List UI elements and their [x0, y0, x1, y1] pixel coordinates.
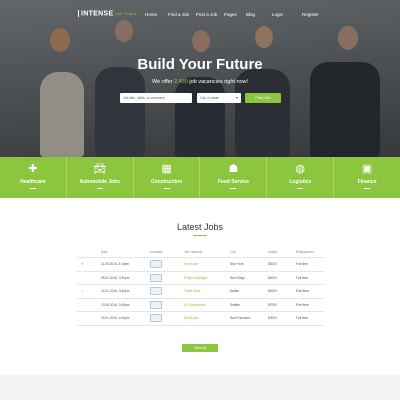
hero-subtitle: We offer 2,489 job vacancies right now! [151, 79, 249, 85]
job-title-link[interactable]: Trade Artist [184, 289, 200, 293]
job-salary: $2000 [268, 289, 277, 293]
company-logo[interactable] [150, 314, 162, 322]
category-finance[interactable]: ▣ Finance [334, 157, 400, 198]
medical-cross-icon: ✚ [28, 163, 38, 175]
job-employment: Full time [296, 275, 309, 280]
latest-jobs-section: Latest Jobs Date Company Job Vacancy Cit… [0, 198, 400, 375]
register-link[interactable]: Register [302, 12, 319, 17]
table-row[interactable]: 13.08.2016, 3:45pm UI Programmer Seattle $7… [77, 299, 324, 312]
category-logistics[interactable]: ◍ Logistics [267, 157, 335, 198]
location-select[interactable]: City or state ▾ [197, 93, 241, 103]
top-nav: INTENSE Job Board Home Find a Job Post a … [0, 10, 400, 24]
job-city: San Diego [230, 275, 245, 280]
job-employment: Full time [296, 316, 309, 320]
title-divider [193, 235, 207, 236]
job-salary: $4000 [268, 275, 277, 280]
job-title-link[interactable]: Developer [184, 262, 199, 266]
category-healthcare[interactable]: ✚ Healthcare [0, 157, 67, 198]
category-automobile[interactable]: 🚘︎ Automobile Jobs [67, 157, 134, 198]
table-header: Date Company Job Vacancy City Salary Emp… [77, 248, 324, 258]
nav-post-job[interactable]: Post a Job [196, 12, 217, 17]
car-icon: 🚘︎ [92, 163, 107, 175]
table-row[interactable]: ✦ 14.01.2016, 3:42pm Trade Artist Dallas $20… [77, 285, 324, 299]
job-employment: Full time [296, 262, 309, 266]
company-logo[interactable] [150, 287, 162, 295]
category-construction[interactable]: ▦ Construction [134, 157, 201, 198]
job-salary: $3000 [268, 262, 277, 266]
job-city: Seattle [230, 302, 240, 307]
building-icon: ▦ [161, 163, 172, 175]
job-date: 16.01.2016, 4:42pm [101, 316, 130, 320]
find-job-button[interactable]: Find Job [245, 93, 281, 103]
job-count: 2,489 [174, 79, 188, 85]
company-logo[interactable] [150, 260, 162, 268]
job-title-link[interactable]: Project Manager [184, 276, 207, 280]
company-logo[interactable] [150, 273, 162, 282]
job-title-link[interactable]: Developer [184, 316, 199, 320]
view-all-button[interactable]: View All [182, 344, 218, 352]
job-title-link[interactable]: UI Programmer [184, 303, 206, 307]
table-row[interactable]: 08.02.2016, 3:39pm Project Manager San Die… [77, 272, 324, 285]
money-icon: ▣ [361, 163, 373, 175]
hero-title: Build Your Future [137, 56, 263, 73]
company-logo[interactable] [150, 300, 162, 309]
job-date: 08.02.2016, 3:39pm [101, 275, 130, 280]
nav-home[interactable]: Home [145, 12, 157, 17]
job-city: San Francisco [230, 316, 251, 320]
category-band: ✚ Healthcare 🚘︎ Automobile Jobs ▦ Constr… [0, 157, 400, 198]
food-tray-icon: ☗ [228, 163, 239, 175]
login-link[interactable]: Login [272, 12, 283, 17]
section-title: Latest Jobs [176, 222, 224, 232]
nav-blog[interactable]: Blog [246, 12, 255, 17]
hero-section: INTENSE Job Board Home Find a Job Post a … [0, 0, 400, 157]
job-city: Dallas [230, 289, 239, 293]
site-logo[interactable]: INTENSE Job Board [78, 10, 136, 17]
chevron-down-icon: ▾ [235, 95, 238, 100]
nav-find-job[interactable]: Find a Job [168, 12, 189, 17]
keyword-input[interactable]: Job title, skills, or company [120, 93, 192, 103]
star-icon[interactable]: ✦ [81, 290, 84, 293]
job-employment: Part time [296, 289, 309, 293]
globe-icon: ◍ [295, 163, 306, 175]
job-employment: Part time [296, 302, 309, 307]
job-salary: $3000 [268, 316, 277, 320]
category-food-service[interactable]: ☗ Food Service [200, 157, 268, 198]
jobs-table: Date Company Job Vacancy City Salary Emp… [77, 248, 324, 326]
job-date: 13.08.2016, 3:45pm [101, 302, 130, 307]
job-date: 11.05.2016, 4:16pm [101, 262, 130, 266]
table-row[interactable]: 16.01.2016, 4:42pm Developer San Francisco… [77, 312, 324, 326]
table-row[interactable]: ✦ 11.05.2016, 4:16pm Developer New York $300… [77, 258, 324, 272]
job-city: New York [230, 262, 244, 266]
footer-strip [0, 375, 400, 400]
job-salary: $7000 [268, 302, 277, 307]
star-icon[interactable]: ✦ [81, 263, 84, 266]
nav-pages[interactable]: Pages [224, 12, 237, 17]
job-date: 14.01.2016, 3:42pm [101, 289, 130, 293]
